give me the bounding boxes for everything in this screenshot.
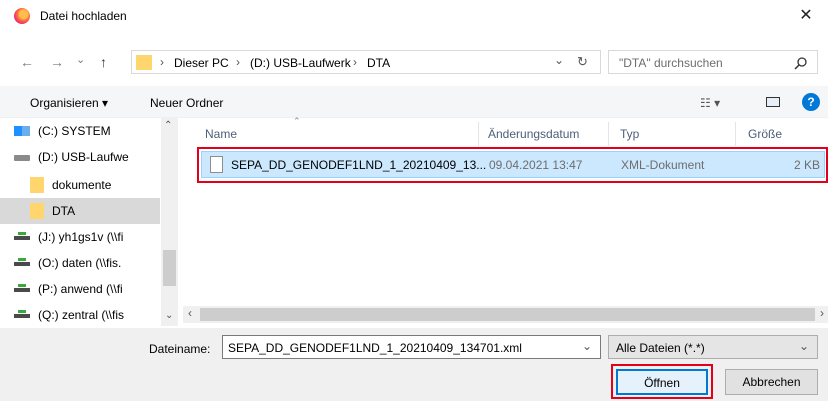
address-dropdown-icon[interactable]: ⌄ xyxy=(554,53,564,67)
nav-scrollbar-thumb[interactable] xyxy=(163,250,176,286)
filename-label: Dateiname: xyxy=(149,342,211,356)
address-segment-pc[interactable]: Dieser PC xyxy=(174,56,229,70)
organize-button[interactable]: Organisieren ▾ xyxy=(30,96,108,110)
back-button[interactable]: ← xyxy=(20,52,34,72)
open-highlight-box xyxy=(611,364,713,399)
scroll-left-icon[interactable]: ‹ xyxy=(188,306,192,320)
search-icon xyxy=(794,57,807,70)
column-divider[interactable] xyxy=(478,122,479,146)
sidebar-item-label: dokumente xyxy=(52,178,112,192)
column-header-type[interactable]: Typ xyxy=(620,127,639,141)
folder-icon xyxy=(30,177,44,193)
column-divider[interactable] xyxy=(735,122,736,146)
search-input[interactable]: "DTA" durchsuchen xyxy=(619,56,723,70)
sidebar-item-label: (P:) anwend (\\fi xyxy=(38,282,123,296)
scroll-up-icon[interactable]: ⌃ xyxy=(164,120,172,131)
sort-arrow-icon: ⌃ xyxy=(293,116,301,126)
address-separator: › xyxy=(236,55,240,69)
filename-input[interactable]: SEPA_DD_GENODEF1LND_1_20210409_134701.xm… xyxy=(222,335,601,359)
sidebar-item-j-drive[interactable]: (J:) yh1gs1v (\\fi xyxy=(0,224,160,250)
sidebar-item-dokumente[interactable]: dokumente xyxy=(0,172,160,198)
address-separator: › xyxy=(160,55,164,69)
scroll-down-icon[interactable]: ⌄ xyxy=(165,310,173,321)
navigation-pane: (C:) SYSTEM (D:) USB-Laufwe dokumente DT… xyxy=(0,118,183,328)
preview-pane-icon[interactable] xyxy=(766,97,780,107)
network-drive-icon xyxy=(14,258,30,266)
windows-drive-icon xyxy=(14,126,30,136)
sidebar-item-label: (D:) USB-Laufwe xyxy=(38,150,129,164)
address-separator: › xyxy=(353,55,357,69)
file-type-select[interactable]: Alle Dateien (*.*) ⌄ xyxy=(608,335,818,359)
recent-locations-button[interactable]: ⌄ xyxy=(76,50,85,70)
sidebar-item-label: (C:) SYSTEM xyxy=(38,124,111,138)
cancel-button[interactable]: Abbrechen xyxy=(725,369,818,395)
sidebar-item-p-drive[interactable]: (P:) anwend (\\fi xyxy=(0,276,160,302)
network-drive-icon xyxy=(14,232,30,240)
nav-scrollbar[interactable] xyxy=(161,118,178,326)
firefox-icon xyxy=(14,8,30,24)
horizontal-scrollbar-thumb[interactable] xyxy=(200,308,815,321)
window-title: Datei hochladen xyxy=(40,9,127,23)
help-icon[interactable]: ? xyxy=(802,93,820,111)
sidebar-item-c-drive[interactable]: (C:) SYSTEM xyxy=(0,118,160,144)
address-bar[interactable]: › Dieser PC › (D:) USB-Laufwerk › DTA ⌄ … xyxy=(131,50,601,74)
network-drive-icon xyxy=(14,284,30,292)
sidebar-item-q-drive[interactable]: (Q:) zentral (\\fis xyxy=(0,302,160,328)
sidebar-item-label: DTA xyxy=(52,204,76,218)
column-header-date[interactable]: Änderungsdatum xyxy=(488,127,579,141)
up-button[interactable]: ↑ xyxy=(100,52,107,72)
sidebar-item-d-drive[interactable]: (D:) USB-Laufwe xyxy=(0,144,160,170)
filename-value: SEPA_DD_GENODEF1LND_1_20210409_134701.xm… xyxy=(228,341,522,355)
new-folder-button[interactable]: Neuer Ordner xyxy=(150,96,223,110)
file-highlight-box xyxy=(197,147,828,183)
close-button[interactable]: ✕ xyxy=(784,0,828,32)
address-segment-folder[interactable]: DTA xyxy=(367,56,390,70)
forward-button[interactable]: → xyxy=(50,52,64,72)
sidebar-item-label: (Q:) zentral (\\fis xyxy=(38,308,125,322)
folder-icon xyxy=(30,203,44,219)
column-header-size[interactable]: Größe xyxy=(748,127,782,141)
address-segment-drive[interactable]: (D:) USB-Laufwerk xyxy=(250,56,351,70)
folder-icon xyxy=(136,55,152,70)
sidebar-item-label: (J:) yh1gs1v (\\fi xyxy=(38,230,124,244)
network-drive-icon xyxy=(14,310,30,318)
usb-drive-icon xyxy=(14,155,30,161)
scroll-right-icon[interactable]: › xyxy=(820,306,824,320)
sidebar-item-label: (O:) daten (\\fis. xyxy=(38,256,122,270)
column-divider[interactable] xyxy=(608,122,609,146)
file-type-value: Alle Dateien (*.*) xyxy=(616,341,705,355)
toolbar: Organisieren ▾ Neuer Ordner ☷ ▾ ? xyxy=(0,86,828,118)
refresh-icon[interactable]: ↻ xyxy=(577,54,588,70)
view-options-icon[interactable]: ☷ ▾ xyxy=(700,96,720,110)
search-box[interactable]: "DTA" durchsuchen xyxy=(608,50,818,74)
column-header-name[interactable]: Name xyxy=(205,127,237,141)
sidebar-item-o-drive[interactable]: (O:) daten (\\fis. xyxy=(0,250,160,276)
filename-dropdown-icon[interactable]: ⌄ xyxy=(582,339,592,353)
chevron-down-icon: ⌄ xyxy=(798,339,809,353)
sidebar-item-dta[interactable]: DTA xyxy=(0,198,160,224)
